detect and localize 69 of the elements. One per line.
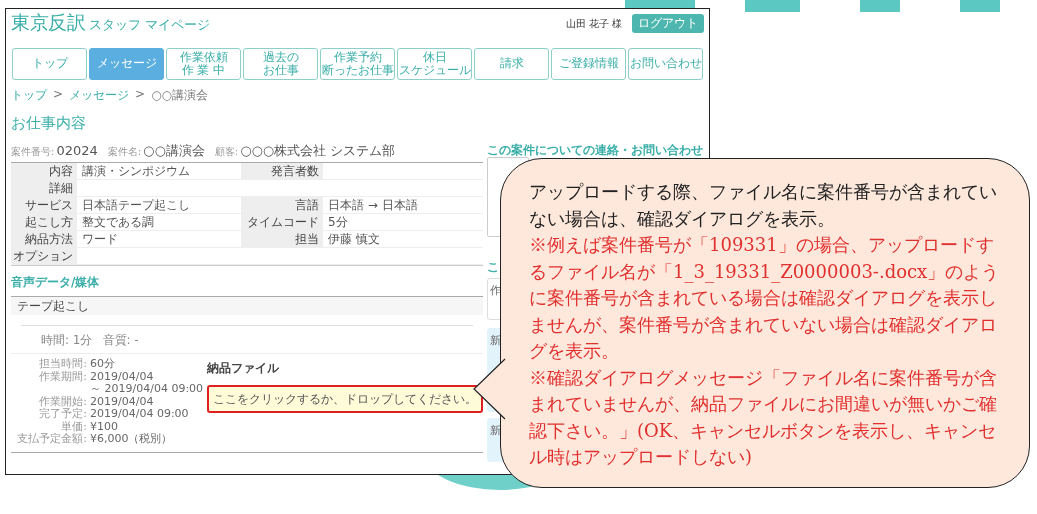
breadcrumb-link[interactable]: トップ [11,87,47,103]
nav-tab[interactable]: お問い合わせ [628,48,703,80]
schedule-value: 2019/04/04 [90,370,155,383]
media-item-title: テープ起こし [17,299,89,313]
summary-label: 顧客: [214,145,239,159]
schedule-value: ～ 2019/04/04 09:00 [90,383,205,396]
logout-button[interactable]: ログアウト [632,14,704,33]
schedule-value: 2019/04/04 [90,395,155,408]
field-label: 担当 [241,231,323,247]
file-drop-zone[interactable]: ここをクリックするか、ドロップしてください。 [207,385,483,413]
card-text: 作 [490,284,501,297]
breadcrumb-link[interactable]: メッセージ [69,87,130,103]
nav-tab[interactable]: 請求 [474,48,549,80]
delivery-heading: 納品ファイル [207,360,279,377]
field-label: 起こし方 [11,214,77,230]
section-heading: 音声データ/媒体 [11,274,100,290]
summary-label: 案件番号: [11,145,55,159]
nav-tab[interactable]: メッセージ [89,48,164,80]
callout-text: アップロードする際、ファイル名に案件番号が含まれていない場合は、確認ダイアログを表示。 [529,180,998,231]
callout-text: ※確認ダイアログメッセージ「ファイル名に案件番号が含まれていませんが、納品ファイルにお間違いが無いかご確認下さい。」(OK、キャンセルボタンを表示し、キャンセル時はアップロードしない) [529,365,998,469]
schedule-label: 単価: [60,420,87,433]
breadcrumb-current: ○○講演会 [151,87,209,103]
field-label: タイムコード [241,214,323,230]
nav-tab[interactable]: トップ [12,48,87,80]
breadcrumb-separator: > [135,87,146,103]
field-label: サービス [11,197,77,213]
site-logo[interactable]: 東京反訳 [11,10,85,36]
schedule-label: 完了予定: [38,408,87,421]
field-value: 講演・シンポジウム [82,164,190,178]
media-meta: 音質: - [102,332,139,349]
schedule-value: 60分 [90,358,116,371]
nav-tab[interactable]: ご登録情報 [551,48,626,80]
callout-text: ※例えば案件番号が「109331」の場合、アップロードするファイル名が「1_3_19331_Z0000003-.docx」のように案件番号が含まれている場合は確認ダイアログを表示しませんが、案件番号が含まれていない場合は確認ダイアログを表示。 [529,233,1001,363]
media-meta: 時間: 1分 [41,332,93,349]
field-label: 言語 [241,197,323,213]
schedule-value: ¥6,000（税別） [90,433,174,446]
card-text: 新 [490,334,501,347]
section-heading: この案件についての連絡・お問い合わせ [487,142,703,156]
field-label: 詳細 [11,180,77,196]
card-text: 新 [490,424,501,437]
summary-value: ○○○株式会社 システム部 [240,142,396,160]
field-value: 伊藤 慎文 [328,232,380,246]
summary-value: 02024 [56,143,98,158]
field-value: 5分 [328,215,348,229]
user-name: 山田 花子 様 [565,16,622,31]
field-value: 日本語テープ起こし [82,198,190,212]
nav-tab[interactable]: 作業予約 断ったお仕事 [320,48,395,80]
breadcrumb-separator: > [53,87,64,103]
page-title: お仕事内容 [11,114,87,134]
schedule-value: ¥100 [90,420,119,433]
schedule-label: 支払予定金額: [16,433,87,446]
nav-tab[interactable]: 休日 スケジュール [397,48,472,80]
section-heading: こ [487,259,499,273]
site-subtitle: スタッフ マイページ [89,16,211,34]
field-label: 納品方法 [11,231,77,247]
summary-label: 案件名: [107,145,142,159]
schedule-label: 作業開始: [38,395,87,408]
field-label: 内容 [11,163,77,179]
field-value: 日本語 → 日本語 [328,198,418,212]
field-value: 整文である調 [82,215,154,229]
field-value: ワード [82,232,118,246]
summary-value: ○○講演会 [143,142,205,160]
schedule-value: 2019/04/04 09:00 [90,408,190,421]
schedule-label: 担当時間: [38,358,87,371]
field-label: 発言者数 [241,163,323,179]
nav-tab[interactable]: 作業依頼 作 業 中 [166,48,241,80]
schedule-label: 作業期間: [38,370,87,383]
nav-tab[interactable]: 過去の お仕事 [243,48,318,80]
field-label: オプション [11,248,77,264]
